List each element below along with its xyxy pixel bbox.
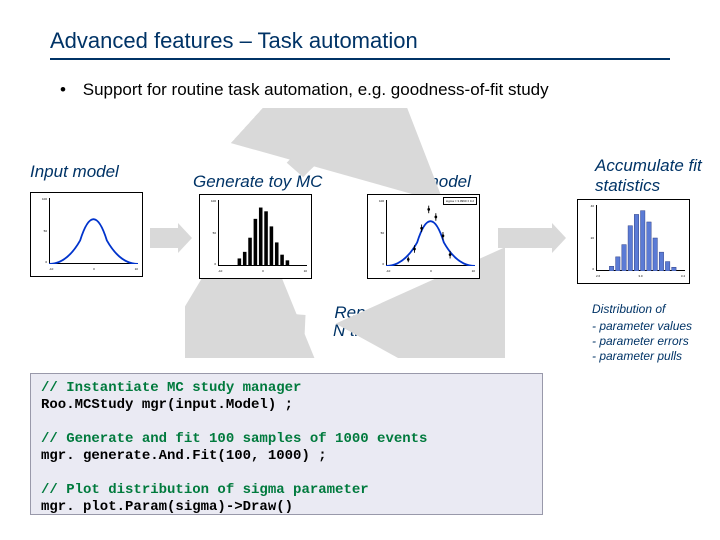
code-comment: // Instantiate MC study manager xyxy=(41,380,301,396)
label-generate-toy-mc: Generate toy MC xyxy=(193,172,322,192)
label-repeat-n-times: Repeat N times xyxy=(333,304,391,340)
plot-accumulate-stats: 40200 2.63.03.4 xyxy=(577,199,690,284)
bullet-line: • Support for routine task automation, e… xyxy=(60,80,549,100)
label-fit-model: Fit model xyxy=(401,172,471,192)
arrow-right-icon xyxy=(498,228,554,248)
plot-generate-toy-mc: 100500 -10010 xyxy=(199,194,312,279)
code-line: mgr. generate.And.Fit(100, 1000) ; xyxy=(41,448,327,464)
code-comment: // Plot distribution of sigma parameter xyxy=(41,482,369,498)
slide-title: Advanced features – Task automation xyxy=(50,28,418,54)
label-input-model: Input model xyxy=(30,162,119,182)
bullet-text: Support for routine task automation, e.g… xyxy=(83,80,549,99)
bullet-dot-icon: • xyxy=(60,80,78,100)
footnote-distribution: Distribution of - parameter values - par… xyxy=(592,302,692,364)
footnote-item: - parameter pulls xyxy=(592,349,692,364)
code-line: mgr. plot.Param(sigma)->Draw() xyxy=(41,499,293,515)
title-underline xyxy=(50,58,670,60)
plot-fit-model: sigma = 3.0990 ± 0.2 100500 -10010 xyxy=(367,194,480,279)
footnote-item: - parameter values xyxy=(592,319,692,334)
plot-input-model: 100500 -10010 xyxy=(30,192,143,277)
slide: Advanced features – Task automation • Su… xyxy=(0,0,720,540)
footnote-header: Distribution of xyxy=(592,302,692,317)
arrow-right-icon xyxy=(150,228,180,248)
code-line: Roo.MCStudy mgr(input.Model) ; xyxy=(41,397,293,413)
code-comment: // Generate and fit 100 samples of 1000 … xyxy=(41,431,427,447)
footnote-item: - parameter errors xyxy=(592,334,692,349)
code-box: // Instantiate MC study manager Roo.MCSt… xyxy=(30,373,543,515)
label-accumulate-stats: Accumulate fit statistics xyxy=(595,156,705,196)
